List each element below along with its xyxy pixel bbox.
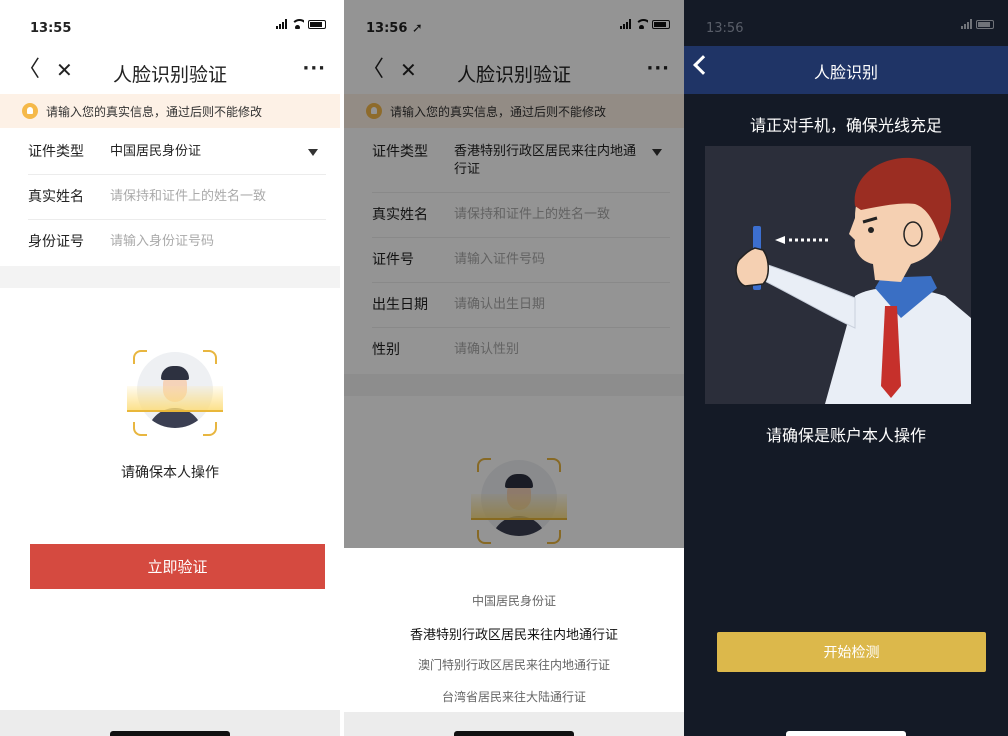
verify-button[interactable]: 立即验证	[30, 544, 325, 589]
signal-icon	[961, 19, 972, 29]
home-indicator[interactable]	[110, 731, 230, 736]
page-title: 人脸识别验证	[112, 64, 227, 86]
modal-overlay[interactable]	[344, 0, 684, 548]
instruction-text: 请正对手机，确保光线充足	[749, 116, 942, 135]
home-indicator[interactable]	[786, 731, 906, 736]
field-label: 身份证号	[28, 234, 84, 250]
battery-icon	[976, 19, 994, 29]
more-icon[interactable]: ···	[302, 58, 326, 79]
status-bar: 13:55	[0, 0, 340, 46]
dropdown-caret-icon[interactable]	[308, 149, 318, 156]
picker-option[interactable]: 中国居民身份证	[344, 592, 684, 609]
page-title: 人脸识别	[813, 63, 878, 82]
picker-option-selected[interactable]: 香港特别行政区居民来往内地通行证	[344, 624, 684, 643]
field-label: 证件类型	[28, 144, 84, 160]
id-form: 证件类型 中国居民身份证 真实姓名 请保持和证件上的姓名一致 身份证号 请输入身…	[0, 130, 340, 264]
nav-bar: 〈 ✕ 人脸识别验证 ···	[0, 50, 340, 94]
battery-icon	[308, 19, 326, 29]
face-scan-icon	[125, 350, 225, 440]
id-number-field[interactable]: 身份证号 请输入身份证号码	[28, 220, 326, 264]
field-label: 真实姓名	[28, 189, 84, 205]
bottom-bar	[0, 710, 340, 736]
wifi-icon	[291, 19, 304, 29]
screen-id-type-picker: 13:56 ➚ 〈 ✕ 人脸识别验证 ··· 请输入您的真实信息，通过后则不能修…	[344, 0, 684, 736]
home-indicator[interactable]	[454, 731, 574, 736]
bottom-bar	[344, 712, 684, 736]
id-number-input[interactable]: 请输入身份证号码	[110, 233, 326, 251]
picker-option[interactable]: 澳门特别行政区居民来往内地通行证	[344, 656, 684, 673]
nav-bar: 人脸识别	[684, 46, 1008, 94]
name-field[interactable]: 真实姓名 请保持和证件上的姓名一致	[28, 175, 326, 220]
lightbulb-icon	[22, 103, 38, 119]
notice-text: 请输入您的真实信息，通过后则不能修改	[46, 104, 263, 119]
signal-icon	[276, 19, 287, 29]
confirm-text: 请确保本人操作	[121, 465, 219, 481]
id-type-select[interactable]: 证件类型 中国居民身份证	[28, 130, 326, 175]
face-detection-illustration	[705, 146, 971, 404]
field-value: 中国居民身份证	[110, 144, 202, 159]
notice-banner: 请输入您的真实信息，通过后则不能修改	[0, 94, 340, 128]
id-type-picker: 中国居民身份证 香港特别行政区居民来往内地通行证 澳门特别行政区居民来往内地通行…	[344, 548, 684, 712]
person-holding-phone-icon	[705, 146, 971, 404]
section-divider	[0, 266, 340, 288]
start-detection-button[interactable]: 开始检测	[717, 632, 986, 672]
picker-option[interactable]: 台湾省居民来往大陆通行证	[344, 688, 684, 705]
status-bar: 13:56	[684, 0, 1008, 46]
status-time: 13:56	[706, 21, 744, 36]
status-time: 13:55	[30, 21, 72, 36]
name-input[interactable]: 请保持和证件上的姓名一致	[110, 188, 326, 206]
screen-face-detection: 13:56 人脸识别 请正对手机，确保光线充足 请确保是账户本人操作 开始检测	[684, 0, 1008, 736]
screen-id-form: 13:55 〈 ✕ 人脸识别验证 ··· 请输入您的真实信息，通过后则不能修改 …	[0, 0, 340, 736]
confirm-text: 请确保是账户本人操作	[765, 426, 926, 445]
